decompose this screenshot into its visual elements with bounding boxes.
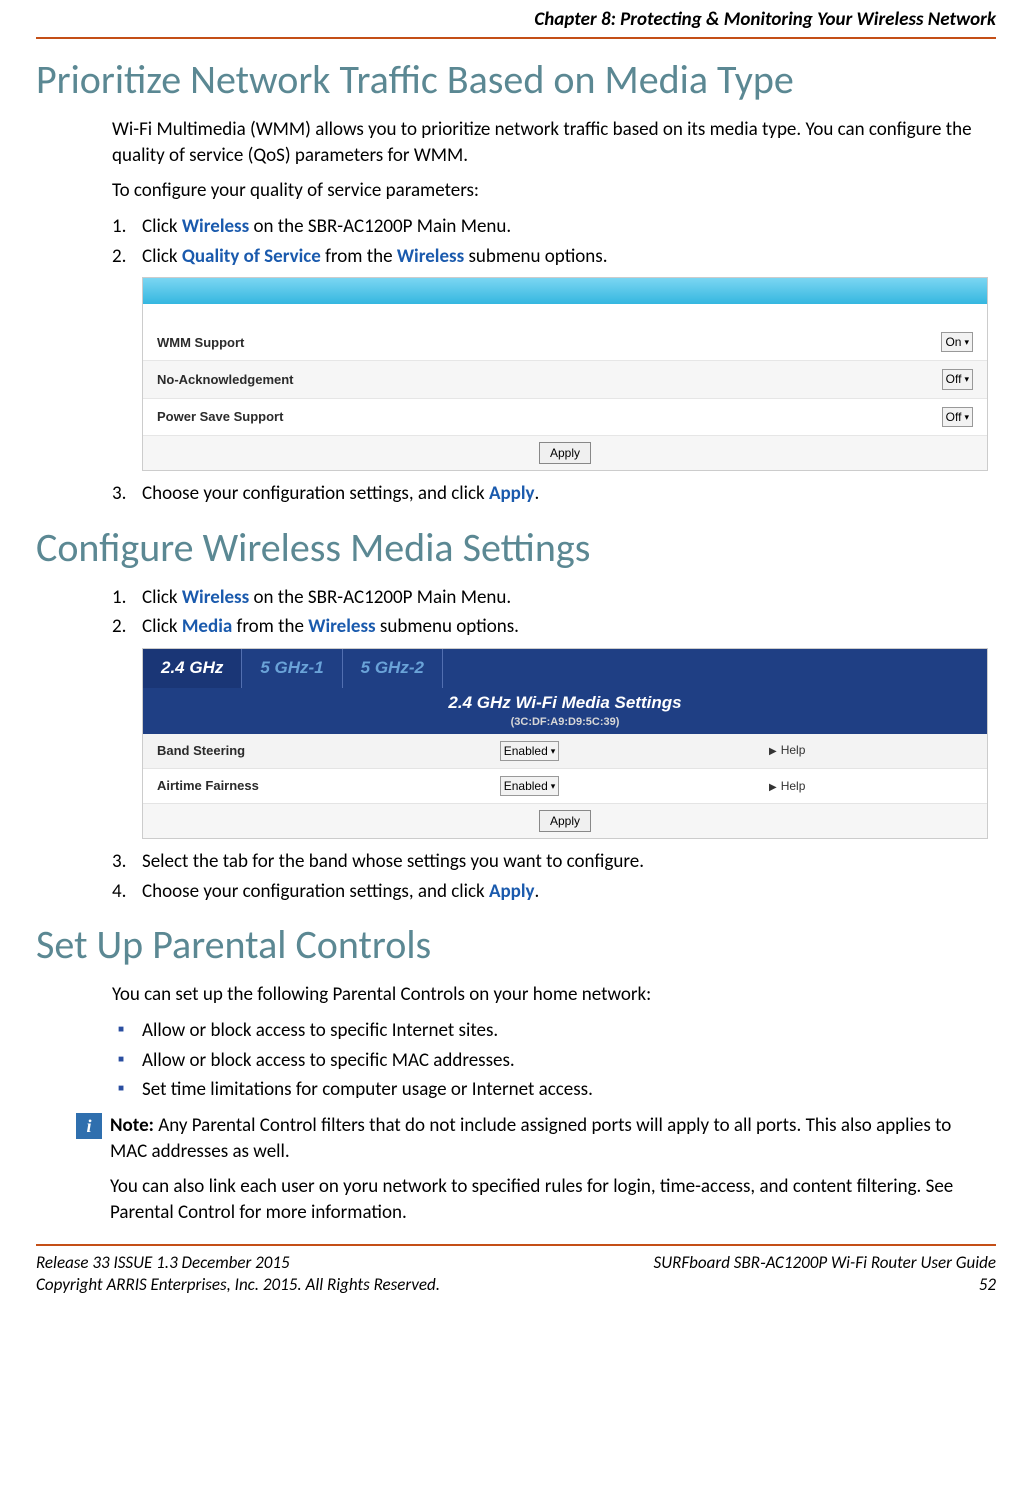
triangle-right-icon: ▶	[769, 782, 777, 793]
triangle-right-icon: ▶	[769, 746, 777, 757]
ss-header-bar	[143, 278, 987, 304]
note-label: Note:	[110, 1114, 154, 1137]
footer-copyright: Copyright ARRIS Enterprises, Inc. 2015. …	[36, 1274, 440, 1296]
text: Click	[142, 245, 182, 268]
qos-screenshot: WMM Support On▾ No-Acknowledgement Off▾ …	[142, 277, 988, 471]
select-value: Off	[946, 371, 962, 387]
help-text: Help	[781, 743, 806, 757]
step-3: Choose your configuration settings, and …	[112, 481, 988, 507]
page-footer: Release 33 ISSUE 1.3 December 2015 Copyr…	[36, 1244, 996, 1296]
ss-row-bandsteering: Band Steering Enabled▾ ▶ Help	[143, 734, 987, 769]
step-2: Click Quality of Service from the Wirele…	[112, 244, 988, 270]
banner-mac: (3C:DF:A9:D9:5C:39)	[143, 715, 987, 734]
help-text: Help	[781, 779, 806, 793]
text: Click	[142, 615, 182, 638]
wireless-link: Wireless	[308, 615, 375, 638]
intro-paragraph: Wi-Fi Multimedia (WMM) allows you to pri…	[112, 117, 988, 168]
wireless-link: Wireless	[182, 215, 249, 238]
step-1: Click Wireless on the SBR-AC1200P Main M…	[112, 585, 988, 611]
text: from the	[321, 245, 397, 268]
step-2: Click Media from the Wireless submenu op…	[112, 614, 988, 640]
bullet-item: Allow or block access to specific Intern…	[112, 1018, 988, 1044]
ss-row-airtime: Airtime Fairness Enabled▾ ▶ Help	[143, 769, 987, 804]
text: .	[535, 880, 540, 903]
media-banner: 2.4 GHz Wi-Fi Media Settings (3C:DF:A9:D…	[143, 688, 987, 734]
tab-5ghz2[interactable]: 5 GHz-2	[343, 649, 443, 688]
ss-label: WMM Support	[157, 334, 941, 352]
select-value: On	[945, 334, 961, 350]
chevron-down-icon: ▾	[964, 411, 969, 423]
band-tabs: 2.4 GHz 5 GHz-1 5 GHz-2	[143, 649, 987, 688]
note-body: Any Parental Control filters that do not…	[110, 1114, 951, 1163]
parental-intro: You can set up the following Parental Co…	[112, 982, 988, 1008]
info-icon: i	[76, 1113, 102, 1139]
qos-link: Quality of Service	[182, 245, 321, 268]
text: on the SBR-AC1200P Main Menu.	[249, 586, 511, 609]
select-value: Off	[946, 409, 962, 425]
help-link[interactable]: ▶ Help	[769, 778, 973, 795]
text: on the SBR-AC1200P Main Menu.	[249, 215, 511, 238]
media-link: Media	[182, 615, 232, 638]
noack-select[interactable]: Off▾	[942, 369, 973, 389]
tab-5ghz1[interactable]: 5 GHz-1	[242, 649, 342, 688]
chevron-down-icon: ▾	[551, 745, 556, 757]
text: Choose your configuration settings, and …	[142, 880, 489, 903]
ss-row-wmm: WMM Support On▾	[143, 324, 987, 361]
bandsteering-select[interactable]: Enabled▾	[500, 741, 560, 761]
ss-row-noack: No-Acknowledgement Off▾	[143, 361, 987, 398]
footer-page-number: 52	[654, 1274, 996, 1296]
ss-label: Power Save Support	[157, 408, 942, 426]
bullet-item: Allow or block access to specific MAC ad…	[112, 1048, 988, 1074]
text: .	[535, 482, 540, 505]
footer-release: Release 33 ISSUE 1.3 December 2015	[36, 1252, 440, 1274]
banner-title: 2.4 GHz Wi-Fi Media Settings	[143, 692, 987, 715]
apply-button[interactable]: Apply	[539, 810, 591, 832]
apply-link: Apply	[489, 482, 535, 505]
page-header: Chapter 8: Protecting & Monitoring Your …	[36, 0, 996, 39]
help-link[interactable]: ▶ Help	[769, 742, 973, 759]
media-screenshot: 2.4 GHz 5 GHz-1 5 GHz-2 2.4 GHz Wi-Fi Me…	[142, 648, 988, 839]
powersave-select[interactable]: Off▾	[942, 407, 973, 427]
airtime-select[interactable]: Enabled▾	[500, 776, 560, 796]
wireless-link: Wireless	[182, 586, 249, 609]
section-title-media: Configure Wireless Media Settings	[36, 525, 996, 571]
ss-apply-row: Apply	[143, 804, 987, 838]
closing-paragraph: You can also link each user on yoru netw…	[110, 1174, 988, 1225]
text: submenu options.	[464, 245, 607, 268]
ss-label: Airtime Fairness	[157, 777, 500, 795]
section-title-prioritize: Prioritize Network Traffic Based on Medi…	[36, 57, 996, 103]
text: Click	[142, 586, 182, 609]
step-4: Choose your configuration settings, and …	[112, 879, 988, 905]
step-1: Click Wireless on the SBR-AC1200P Main M…	[112, 214, 988, 240]
bullet-item: Set time limitations for computer usage …	[112, 1077, 988, 1103]
wireless-link: Wireless	[397, 245, 464, 268]
ss-label: No-Acknowledgement	[157, 371, 942, 389]
tab-24ghz[interactable]: 2.4 GHz	[143, 649, 242, 688]
chevron-down-icon: ▾	[964, 336, 969, 348]
select-value: Enabled	[504, 743, 548, 759]
ss-row-powersave: Power Save Support Off▾	[143, 399, 987, 436]
intro-lead: To configure your quality of service par…	[112, 178, 988, 204]
text: Click	[142, 215, 182, 238]
chevron-down-icon: ▾	[551, 780, 556, 792]
apply-button[interactable]: Apply	[539, 442, 591, 464]
section-title-parental: Set Up Parental Controls	[36, 922, 996, 968]
apply-link: Apply	[489, 880, 535, 903]
footer-doc-title: SURFboard SBR‑AC1200P Wi-Fi Router User …	[654, 1252, 996, 1274]
ss-label: Band Steering	[157, 742, 500, 760]
chevron-down-icon: ▾	[964, 373, 969, 385]
ss-apply-row: Apply	[143, 436, 987, 470]
text: from the	[232, 615, 308, 638]
text: submenu options.	[376, 615, 519, 638]
wmm-select[interactable]: On▾	[941, 332, 973, 352]
note-text: Note: Any Parental Control filters that …	[110, 1113, 988, 1226]
text: Choose your configuration settings, and …	[142, 482, 489, 505]
step-3: Select the tab for the band whose settin…	[112, 849, 988, 875]
select-value: Enabled	[504, 778, 548, 794]
